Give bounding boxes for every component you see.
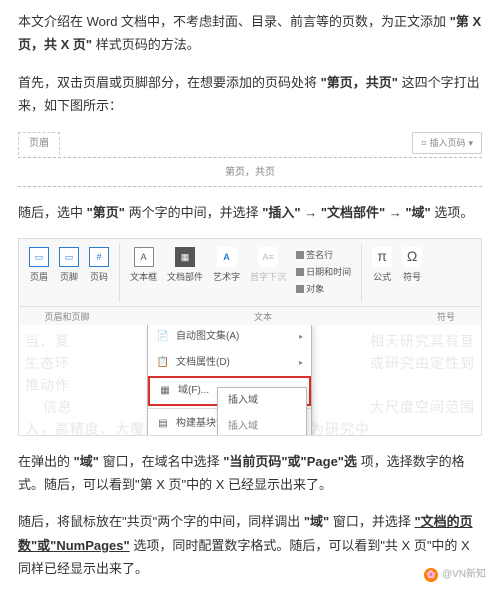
ribbon: ▭ 页眉 ▭ 页脚 # 页码 A 文本框 ▦ (19, 239, 481, 307)
header-button[interactable]: ▭ 页眉 (25, 245, 53, 287)
field-submenu: 插入域 插入域 (217, 387, 307, 435)
datetime-button[interactable]: 日期和时间 (296, 264, 351, 280)
group-label-hf: 页眉和页脚 (19, 309, 115, 325)
field-icon: ▦ (158, 385, 172, 397)
insert-pagenum-button[interactable]: ⌗ 插入页码 ▾ (412, 132, 482, 154)
hash-icon: ⌗ (421, 135, 426, 151)
docprop-icon: 📋 (156, 357, 170, 369)
symbol-button[interactable]: Ω 符号 (398, 245, 426, 287)
submenu-insert-field-2[interactable]: 插入域 (218, 414, 306, 435)
paragraph-2: 首先，双击页眉或页脚部分，在想要添加的页码处将 "第页，共页" 这四个字打出来，… (18, 71, 482, 118)
paragraph-4: 在弹出的 "域" 窗口，在域名中选择 "当前页码"或"Page"选 项，选择数字… (18, 450, 482, 497)
datetime-icon (296, 268, 304, 276)
autotext-icon: 📄 (156, 331, 170, 343)
header-label: 页眉 (18, 132, 60, 155)
pi-icon: π (372, 247, 392, 267)
chevron-right-icon: ▸ (299, 330, 303, 344)
chevron-down-icon: ▾ (468, 135, 473, 151)
object-icon (296, 285, 304, 293)
omega-icon: Ω (402, 247, 422, 267)
paragraph-5: 随后，将鼠标放在"共页"两个字的中间，同样调出 "域" 窗口，并选择 "文档的页… (18, 510, 482, 580)
textbox-icon: A (134, 247, 154, 267)
object-button[interactable]: 对象 (296, 281, 324, 297)
watermark-icon: 🌸 (424, 568, 438, 582)
blocks-icon: ▤ (156, 418, 170, 430)
dropdown-docprop[interactable]: 📋 文档属性(D) ▸ (148, 350, 311, 376)
textbox-button[interactable]: A 文本框 (126, 245, 161, 300)
pagenum-icon: # (89, 247, 109, 267)
watermark: 🌸 @VN新知 (424, 566, 486, 584)
dropcap-button[interactable]: A≡ 首字下沉 (246, 245, 290, 300)
dropcap-icon: A≡ (258, 247, 278, 267)
header-content-text: 第页，共页 (18, 160, 482, 186)
paragraph-3: 随后，选中 "第页" 两个字的中间，并选择 "插入" → "文档部件" → "域… (18, 201, 482, 224)
screenshot-ribbon-dropdown: ▭ 页眉 ▭ 页脚 # 页码 A 文本框 ▦ (18, 238, 482, 436)
footer-button[interactable]: ▭ 页脚 (55, 245, 83, 287)
header-icon: ▭ (29, 247, 49, 267)
chevron-right-icon: ▸ (299, 356, 303, 370)
paragraph-1: 本文介绍在 Word 文档中，不考虑封面、目录、前言等的页数，为正文添加 "第 … (18, 10, 482, 57)
submenu-insert-field[interactable]: 插入域 (218, 388, 306, 414)
pagenum-button[interactable]: # 页码 (85, 245, 113, 287)
signature-button[interactable]: 签名行 (296, 247, 333, 263)
dropdown-autotext[interactable]: 📄 自动图文集(A) ▸ (148, 325, 311, 350)
docparts-button[interactable]: ▦ 文档部件 (163, 245, 207, 300)
group-label-text: 文本 (115, 309, 411, 325)
wordart-button[interactable]: A 艺术字 (209, 245, 244, 300)
formula-button[interactable]: π 公式 (368, 245, 396, 287)
signature-icon (296, 251, 304, 259)
wordart-icon: A (217, 247, 237, 267)
docparts-icon: ▦ (175, 247, 195, 267)
group-label-sym: 符号 (411, 309, 481, 325)
screenshot-header-footer: 页眉 ⌗ 插入页码 ▾ 第页，共页 (18, 132, 482, 187)
footer-icon: ▭ (59, 247, 79, 267)
document-background: 当、夏 相天研究其有亘 生态环 或研究由定性到 推动作 信息 大尺度空间范围 入… (19, 325, 481, 435)
